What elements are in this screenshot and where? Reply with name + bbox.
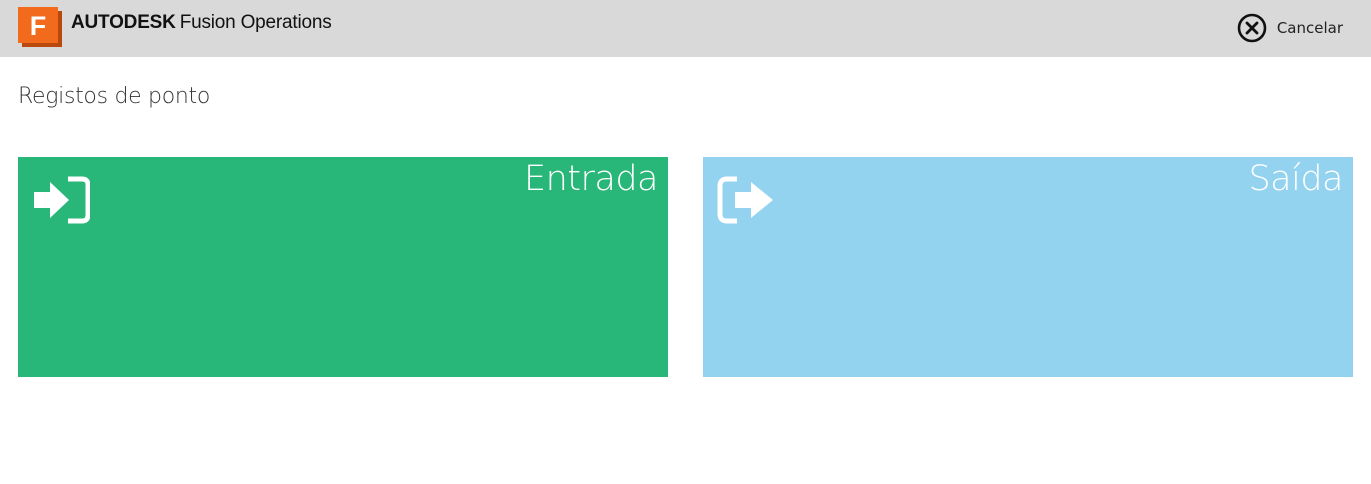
close-circle-icon [1237,13,1267,43]
sign-out-icon [717,176,773,224]
sign-in-icon [34,176,90,224]
svg-text:F: F [30,11,47,41]
fusion-logo: F [18,7,62,47]
cancel-button[interactable]: Cancelar [1237,11,1343,45]
brand-company: AUTODESK [71,12,176,33]
brand-product: Fusion Operations [179,12,332,33]
clock-in-label: Entrada [523,159,659,199]
clock-in-tile[interactable]: Entrada [18,157,668,377]
top-bar: F AUTODESK Fusion Operations Cancelar [0,0,1371,57]
app-brand: AUTODESK Fusion Operations [71,12,332,34]
clock-out-label: Saída [1248,159,1343,199]
cancel-label: Cancelar [1276,19,1343,37]
page-title: Registos de ponto [18,84,210,109]
clock-out-tile[interactable]: Saída [703,157,1353,377]
